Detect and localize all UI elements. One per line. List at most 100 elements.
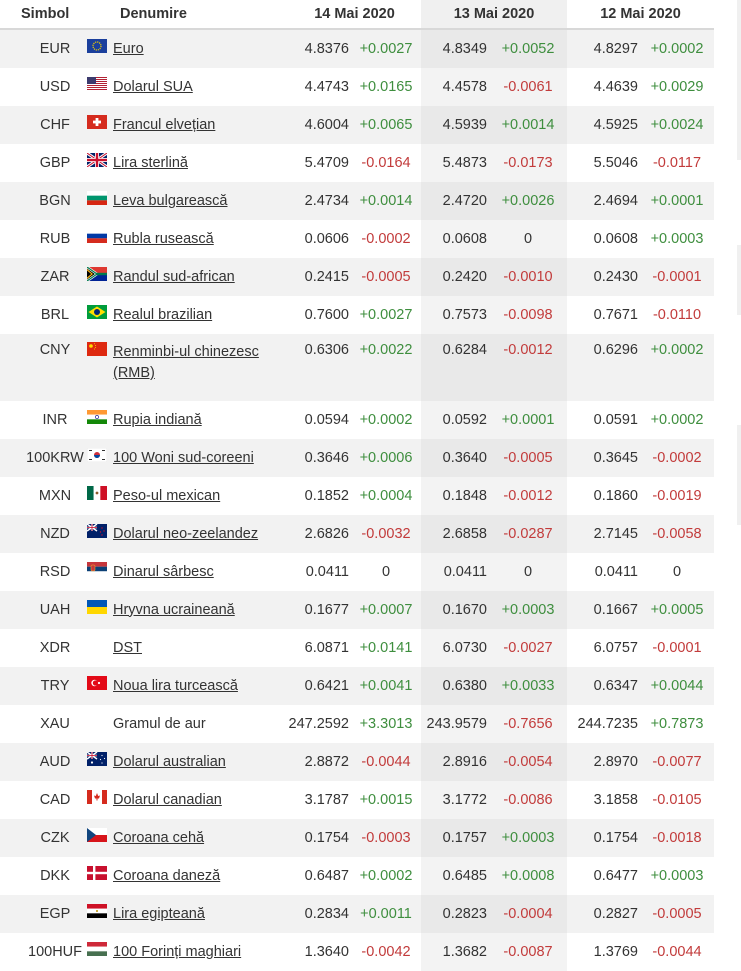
table-row: 100KRW 100 Woni sud-coreeni 0.3646 +0.0006 0…	[0, 439, 714, 477]
change-day-2: -0.7656	[489, 705, 567, 743]
table-row: CZK Coroana cehă 0.1754 -0.0003 0.1757 +0.000…	[0, 819, 714, 857]
rate-day-1: 4.4743	[288, 68, 351, 106]
rate-day-1: 0.0606	[288, 220, 351, 258]
change-day-1: -0.0003	[351, 819, 421, 857]
change-day-3: +0.0044	[640, 667, 714, 705]
cn-flag-icon	[87, 342, 107, 356]
exchange-rates-page: Simbol Denumire 14 Mai 2020 13 Mai 2020 …	[0, 0, 741, 971]
currency-name-link[interactable]: Realul brazilian	[113, 305, 212, 326]
change-day-2: 0	[489, 220, 567, 258]
rate-day-3: 0.1667	[567, 591, 640, 629]
change-day-1: -0.0042	[351, 933, 421, 971]
currency-name-link[interactable]: Dolarul SUA	[113, 77, 193, 98]
header-date-2: 13 Mai 2020	[421, 0, 567, 29]
rate-day-1: 0.2834	[288, 895, 351, 933]
currency-name-link[interactable]: Dolarul neo-zeelandez	[113, 524, 258, 545]
rate-day-1: 0.3646	[288, 439, 351, 477]
rate-day-3: 1.3769	[567, 933, 640, 971]
currency-name-link[interactable]: Leva bulgarească	[113, 191, 227, 212]
header-date-1: 14 Mai 2020	[288, 0, 421, 29]
rate-day-2: 0.7573	[421, 296, 489, 334]
change-day-3: -0.0044	[640, 933, 714, 971]
change-day-1: +0.0007	[351, 591, 421, 629]
rate-day-1: 4.6004	[288, 106, 351, 144]
table-row: CHF Francul elvețian 4.6004 +0.0065 4.5939 +0…	[0, 106, 714, 144]
currency-name-link[interactable]: Dolarul australian	[113, 752, 226, 773]
currency-name-cell: 100 Woni sud-coreeni	[87, 439, 288, 477]
table-row: BGN Leva bulgarească 2.4734 +0.0014 2.4720 +0…	[0, 182, 714, 220]
currency-name-link[interactable]: Dolarul canadian	[113, 790, 222, 811]
currency-name-link[interactable]: Lira sterlină	[113, 153, 188, 174]
table-row: CNY Renminbi-ul chinezesc (RMB) 0.6306 +0.0…	[0, 334, 714, 401]
currency-name-link[interactable]: 100 Forinți maghiari	[113, 942, 241, 963]
currency-name-link[interactable]: Randul sud-african	[113, 267, 235, 288]
currency-name-link[interactable]: DST	[113, 638, 142, 659]
ru-flag-icon	[87, 228, 107, 243]
rate-day-2: 0.1670	[421, 591, 489, 629]
table-row: ZAR Randul sud-african 0.2415 -0.0005 0.2420…	[0, 258, 714, 296]
rate-day-1: 0.1677	[288, 591, 351, 629]
table-row: RSD Dinarul sârbesc 0.0411 0 0.0411 0 0.0411 0	[0, 553, 714, 591]
change-day-2: +0.0003	[489, 591, 567, 629]
rate-day-2: 0.0592	[421, 401, 489, 439]
rate-day-1: 0.1852	[288, 477, 351, 515]
change-day-1: +0.0027	[351, 29, 421, 68]
rate-day-2: 2.6858	[421, 515, 489, 553]
currency-name-cell: Lira sterlină	[87, 144, 288, 182]
change-day-2: -0.0027	[489, 629, 567, 667]
change-day-1: +0.0022	[351, 334, 421, 401]
rate-day-3: 0.1860	[567, 477, 640, 515]
currency-name-cell: Francul elvețian	[87, 106, 288, 144]
change-day-3: +0.0005	[640, 591, 714, 629]
change-day-3: +0.0003	[640, 220, 714, 258]
currency-name-link[interactable]: Francul elvețian	[113, 115, 215, 136]
rate-day-1: 0.0411	[288, 553, 351, 591]
currency-name-link[interactable]: 100 Woni sud-coreeni	[113, 448, 254, 469]
currency-name-cell: Lira egipteană	[87, 895, 288, 933]
currency-name-link[interactable]: Noua lira turcească	[113, 676, 238, 697]
rate-day-3: 0.2827	[567, 895, 640, 933]
currency-name-link: Gramul de aur	[113, 715, 206, 732]
bg-flag-icon	[87, 190, 107, 205]
rate-day-2: 2.4720	[421, 182, 489, 220]
in-flag-icon	[87, 409, 107, 424]
currency-name-cell: Dinarul sârbesc	[87, 553, 288, 591]
rate-day-1: 0.1754	[288, 819, 351, 857]
currency-name-link[interactable]: Lira egipteană	[113, 904, 205, 925]
change-day-3: -0.0002	[640, 439, 714, 477]
currency-name-link[interactable]: Rubla rusească	[113, 229, 214, 250]
currency-name-link[interactable]: Rupia indiană	[113, 410, 202, 431]
rate-day-1: 0.7600	[288, 296, 351, 334]
change-day-2: -0.0004	[489, 895, 567, 933]
change-day-3: +0.0003	[640, 857, 714, 895]
rate-day-1: 4.8376	[288, 29, 351, 68]
change-day-1: +0.0141	[351, 629, 421, 667]
change-day-3: +0.0002	[640, 401, 714, 439]
currency-name-link[interactable]: Coroana daneză	[113, 866, 220, 887]
rate-day-2: 0.2823	[421, 895, 489, 933]
currency-name-link[interactable]: Coroana cehă	[113, 828, 204, 849]
change-day-2: +0.0026	[489, 182, 567, 220]
change-day-1: +0.0027	[351, 296, 421, 334]
rate-day-2: 4.5939	[421, 106, 489, 144]
rate-day-2: 0.0608	[421, 220, 489, 258]
currency-name-link[interactable]: Dinarul sârbesc	[113, 562, 214, 583]
currency-name-link[interactable]: Euro	[113, 39, 144, 60]
currency-name-link[interactable]: Hryvna ucraineană	[113, 600, 235, 621]
rate-day-1: 1.3640	[288, 933, 351, 971]
rate-day-3: 4.4639	[567, 68, 640, 106]
change-day-1: +0.0002	[351, 401, 421, 439]
change-day-1: +0.0006	[351, 439, 421, 477]
table-row: AUD Dolarul australian 2.8872 -0.0044 2.8916…	[0, 743, 714, 781]
currency-name-link[interactable]: Renminbi-ul chinezesc (RMB)	[113, 342, 265, 384]
change-day-1: +0.0014	[351, 182, 421, 220]
table-row: EGP Lira egipteană 0.2834 +0.0011 0.2823 -0.0…	[0, 895, 714, 933]
rate-day-3: 0.0411	[567, 553, 640, 591]
currency-name-link[interactable]: Peso-ul mexican	[113, 486, 220, 507]
table-row: NZD Dolarul neo-zeelandez 2.6826 -0.0032 2.6…	[0, 515, 714, 553]
scroll-track-segment	[737, 245, 741, 315]
rate-day-1: 2.4734	[288, 182, 351, 220]
rate-day-2: 1.3682	[421, 933, 489, 971]
change-day-2: -0.0086	[489, 781, 567, 819]
rate-day-3: 0.3645	[567, 439, 640, 477]
